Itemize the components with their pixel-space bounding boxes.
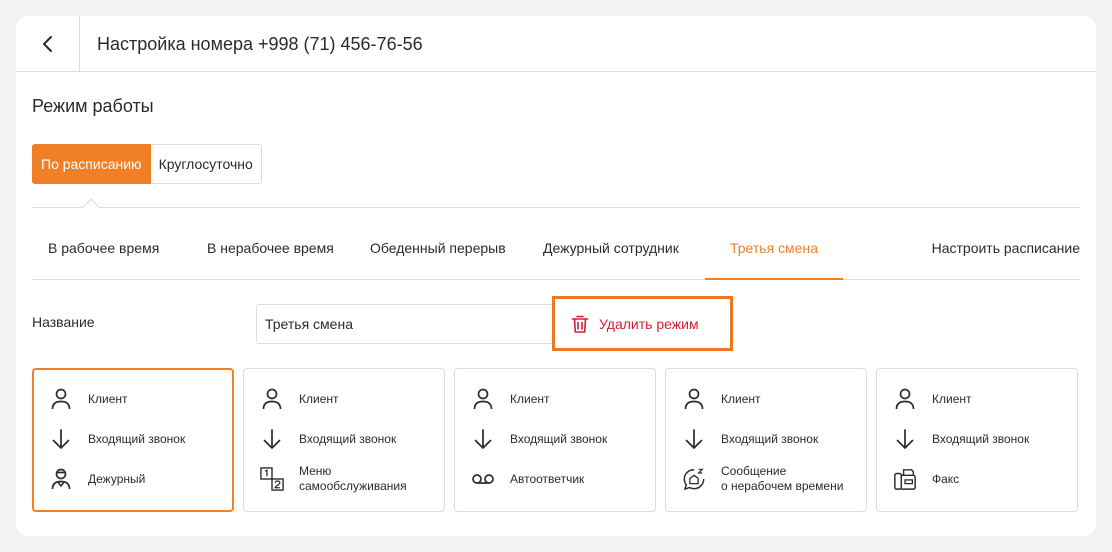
ivr-menu-icon bbox=[260, 467, 284, 491]
mode-name-input[interactable] bbox=[256, 304, 552, 344]
configure-schedule-link[interactable]: Настроить расписание bbox=[932, 232, 1080, 280]
scenario-call-label: Входящий звонок bbox=[299, 431, 397, 446]
scenario-client-row: Клиент bbox=[893, 385, 972, 413]
name-label: Название bbox=[32, 314, 95, 330]
scenario-card-fax[interactable]: Клиент Входящий звонок Факс bbox=[876, 368, 1078, 512]
scenario-client-label: Клиент bbox=[932, 391, 972, 406]
arrow-down-icon bbox=[260, 427, 284, 451]
page-header: Настройка номера +998 (71) 456-76-56 bbox=[16, 16, 1096, 72]
call-scenarios: Клиент Входящий звонок Дежурный Клиент В… bbox=[32, 368, 1078, 512]
person-icon bbox=[682, 387, 706, 411]
tab-working-hours[interactable]: В рабочее время bbox=[48, 232, 159, 280]
scenario-call-label: Входящий звонок bbox=[510, 431, 608, 446]
scenario-call-row: Входящий звонок bbox=[260, 425, 396, 453]
voicemail-icon bbox=[471, 467, 495, 491]
scenario-client-row: Клиент bbox=[471, 385, 550, 413]
active-mode-pointer bbox=[82, 198, 100, 216]
scenario-action-row: Дежурный bbox=[49, 465, 145, 493]
work-mode-title: Режим работы bbox=[32, 96, 154, 116]
scenario-call-label: Входящий звонок bbox=[932, 431, 1030, 446]
page-title: Настройка номера +998 (71) 456-76-56 bbox=[97, 34, 423, 54]
duty-person-icon bbox=[49, 467, 73, 491]
scenario-action-label: Факс bbox=[932, 471, 960, 486]
tab-duty-employee[interactable]: Дежурный сотрудник bbox=[543, 232, 679, 280]
tab-third-shift[interactable]: Третья смена bbox=[705, 232, 843, 280]
person-icon bbox=[471, 387, 495, 411]
scenario-call-row: Входящий звонок bbox=[893, 425, 1029, 453]
arrow-down-icon bbox=[49, 427, 73, 451]
back-button[interactable] bbox=[16, 16, 80, 72]
mode-round-the-clock-button[interactable]: Круглосуточно bbox=[150, 144, 262, 184]
divider bbox=[32, 207, 1080, 208]
tab-non-working-hours[interactable]: В нерабочее время bbox=[207, 232, 334, 280]
scenario-client-row: Клиент bbox=[682, 385, 761, 413]
scenario-client-label: Клиент bbox=[510, 391, 550, 406]
scenario-action-label: Меню самообслуживания bbox=[299, 464, 407, 493]
scenario-call-label: Входящий звонок bbox=[88, 431, 186, 446]
schedule-tabs: В рабочее время В нерабочее время Обеден… bbox=[32, 232, 1080, 280]
scenario-card-ivr[interactable]: Клиент Входящий звонок Меню самообслужив… bbox=[243, 368, 445, 512]
scenario-action-label: Дежурный bbox=[88, 471, 146, 486]
arrow-down-icon bbox=[893, 427, 917, 451]
scenario-call-row: Входящий звонок bbox=[682, 425, 818, 453]
arrow-down-icon bbox=[471, 427, 495, 451]
scenario-action-row: Автоответчик bbox=[471, 465, 584, 493]
scenario-card-off-hours-message[interactable]: Клиент Входящий звонок Сообщение о нераб… bbox=[665, 368, 867, 512]
scenario-client-row: Клиент bbox=[49, 385, 128, 413]
scenario-call-row: Входящий звонок bbox=[471, 425, 607, 453]
trash-icon bbox=[571, 314, 589, 334]
person-icon bbox=[260, 387, 284, 411]
mode-scheduled-button[interactable]: По расписанию bbox=[32, 144, 151, 184]
settings-card: Настройка номера +998 (71) 456-76-56 Реж… bbox=[16, 16, 1096, 536]
scenario-card-voicemail[interactable]: Клиент Входящий звонок Автоответчик bbox=[454, 368, 656, 512]
scenario-card-duty[interactable]: Клиент Входящий звонок Дежурный bbox=[32, 368, 234, 512]
person-icon bbox=[49, 387, 73, 411]
work-mode-switch: По расписанию Круглосуточно bbox=[32, 144, 262, 184]
scenario-action-label: Сообщение о нерабочем времени bbox=[721, 464, 844, 493]
scenario-client-label: Клиент bbox=[721, 391, 761, 406]
arrow-down-icon bbox=[682, 427, 706, 451]
scenario-call-row: Входящий звонок bbox=[49, 425, 185, 453]
fax-icon bbox=[893, 467, 917, 491]
scenario-call-label: Входящий звонок bbox=[721, 431, 819, 446]
scenario-action-row: Факс bbox=[893, 465, 959, 493]
chevron-left-icon bbox=[36, 32, 60, 56]
scenario-client-row: Клиент bbox=[260, 385, 339, 413]
scenario-action-row: Меню самообслуживания bbox=[260, 464, 407, 493]
delete-mode-button[interactable]: Удалить режим bbox=[552, 296, 733, 351]
tab-lunch-break[interactable]: Обеденный перерыв bbox=[370, 232, 506, 280]
scenario-action-row: Сообщение о нерабочем времени bbox=[682, 464, 844, 493]
scenario-client-label: Клиент bbox=[299, 391, 339, 406]
scenario-action-label: Автоответчик bbox=[510, 471, 585, 486]
delete-mode-label: Удалить режим bbox=[599, 315, 699, 332]
scenario-client-label: Клиент bbox=[88, 391, 128, 406]
person-icon bbox=[893, 387, 917, 411]
sleep-message-icon bbox=[682, 467, 706, 491]
